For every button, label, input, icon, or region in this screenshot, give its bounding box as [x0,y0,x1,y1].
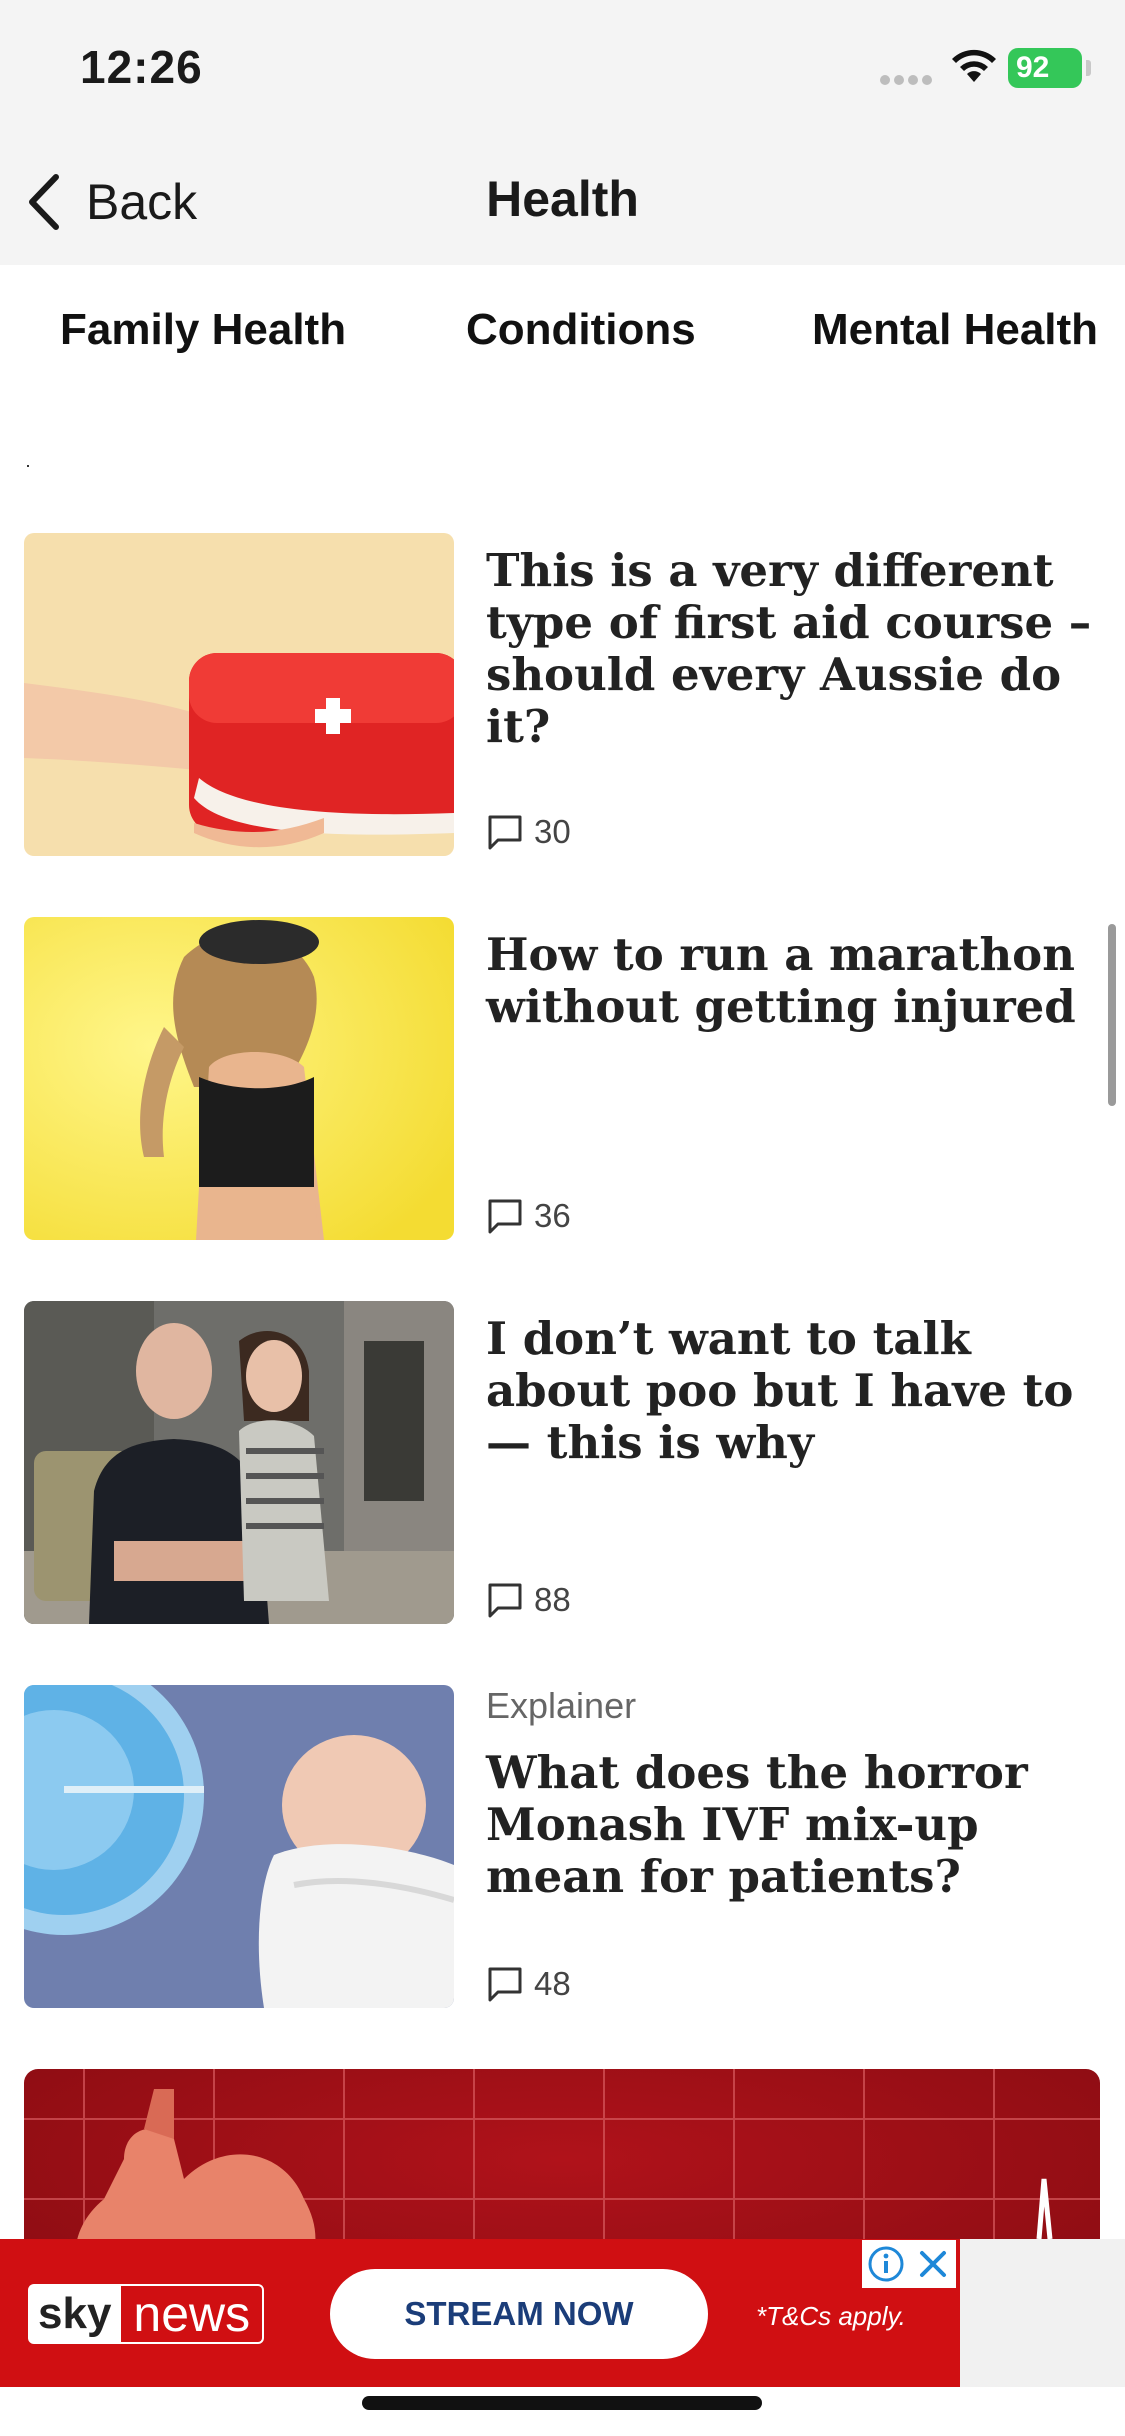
logo-sky: sky [28,2284,122,2344]
comments-button[interactable]: 30 [486,813,571,851]
battery-tip [1086,60,1091,76]
article-kicker: Explainer [486,1685,637,1726]
article-card-marathon[interactable]: How to run a marathon without getting in… [24,917,1100,1242]
tab-mental-health[interactable]: Mental Health [812,305,1098,355]
comments-button[interactable]: 36 [486,1197,571,1235]
stream-now-button[interactable]: STREAM NOW [330,2269,708,2359]
logo-news: news [121,2284,265,2344]
ad-close-icon[interactable] [914,2245,952,2283]
battery-icon: 92 [1008,48,1082,88]
ivf-baby-image [24,1685,454,2008]
status-bar: 12:26 92 [0,0,1125,140]
home-indicator[interactable] [362,2396,762,2410]
article-card-first-aid[interactable]: This is a very different type of first a… [24,533,1100,858]
scrollbar[interactable] [1108,924,1116,1106]
comments-button[interactable]: 88 [486,1581,571,1619]
status-time: 12:26 [80,41,203,93]
article-headline: I don’t want to talk about poo but I hav… [486,1312,1074,1469]
terms-text: *T&Cs apply. [756,2301,906,2331]
article-headline: This is a very different type of first a… [486,544,1092,753]
comment-icon [488,1967,522,2002]
tab-family-health[interactable]: Family Health [60,305,346,355]
ad-banner[interactable]: sky news STREAM NOW *T&Cs apply. [0,2239,960,2387]
cellular-signal-icon [880,72,936,86]
comment-count: 48 [534,1965,571,2002]
comment-icon [488,815,522,850]
comment-icon [488,1583,522,1618]
category-tabs: Family Health Conditions Mental Health [0,265,1125,400]
article-card-ivf[interactable]: Explainer What does the horror Monash IV… [24,1685,1100,2010]
navigation-bar: Back Health [0,140,1125,265]
ad-filler [960,2239,1125,2387]
wifi-icon [952,49,996,82]
ad-controls [862,2240,956,2288]
first-aid-kit-image [24,533,454,856]
runner-image [24,917,454,1240]
comment-count: 30 [534,813,571,850]
battery-level: 92 [1016,51,1050,84]
page-title: Health [486,171,639,227]
comment-count: 36 [534,1197,571,1234]
comments-button[interactable]: 48 [486,1965,571,2003]
article-headline: What does the horror Monash IVF mix-up m… [486,1746,1028,1903]
comment-count: 88 [534,1581,571,1618]
article-card-poo[interactable]: I don’t want to talk about poo but I hav… [24,1301,1100,1626]
stray-dot [27,465,29,467]
sky-news-logo: sky news [28,2284,265,2344]
ad-info-icon[interactable] [867,2245,905,2283]
article-headline: How to run a marathon without getting in… [486,928,1076,1033]
father-and-daughter-image [24,1301,454,1624]
tab-conditions[interactable]: Conditions [466,305,696,355]
comment-icon [488,1199,522,1234]
